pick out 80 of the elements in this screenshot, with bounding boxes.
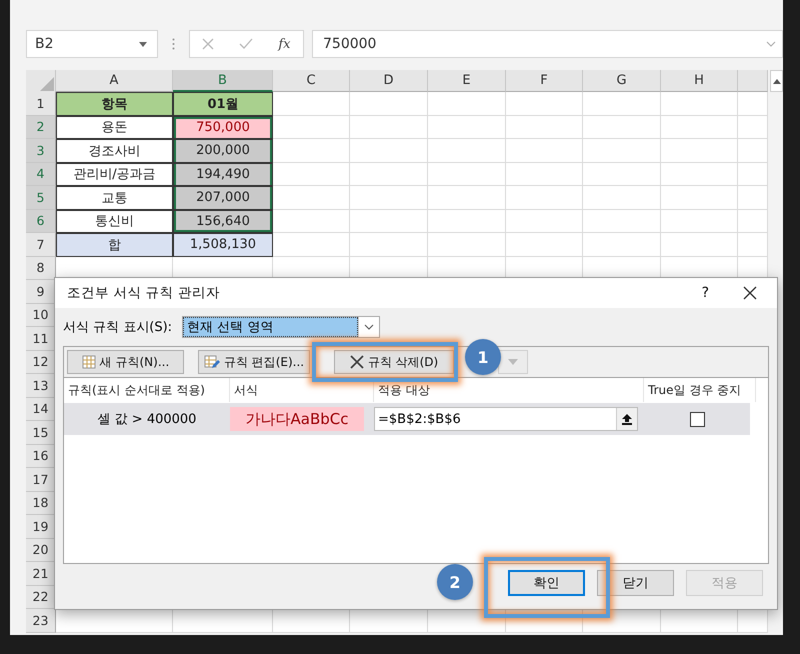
table-cell: 194,490: [173, 162, 273, 186]
dialog-button[interactable]: 닫기: [597, 570, 674, 596]
row-header[interactable]: 8: [26, 256, 56, 280]
table-cell: 합: [56, 233, 173, 256]
column-header[interactable]: D: [350, 70, 428, 92]
dialog-button[interactable]: 확인: [508, 570, 585, 596]
table-cell: 항목: [56, 92, 173, 116]
insert-function-button[interactable]: fx: [278, 36, 290, 52]
column-header[interactable]: C: [273, 70, 350, 92]
row-header[interactable]: 19: [26, 515, 56, 538]
grid-cell: [738, 92, 768, 116]
table-cell: 경조사비: [56, 139, 173, 162]
row-header[interactable]: 3: [26, 139, 56, 162]
table-cell: 750,000: [173, 116, 273, 139]
table-cell: 용돈: [56, 116, 173, 139]
down-triangle-icon: [508, 359, 518, 365]
rule-condition: 셀 값 > 400000: [96, 411, 198, 428]
column-heading: 적용 대상: [374, 378, 644, 402]
vertical-scrollbar[interactable]: [770, 70, 783, 92]
new-rule-button[interactable]: 새 규칙(N)...: [67, 350, 184, 374]
table-cell: 1,508,130: [173, 233, 273, 256]
cancel-icon[interactable]: [202, 38, 214, 50]
row-header[interactable]: 1: [26, 92, 56, 116]
table-cell: 01월: [173, 92, 273, 116]
row-header[interactable]: 13: [26, 374, 56, 398]
formula-field[interactable]: 750000: [312, 30, 783, 58]
table-cell: 관리비/공과금: [56, 162, 173, 186]
scope-dropdown[interactable]: 현재 선택 영역: [182, 316, 380, 338]
grid-cell: [738, 186, 768, 210]
corner-triangle-icon: [39, 76, 55, 92]
edit-rule-button[interactable]: 규칙 편집(E)...: [198, 350, 310, 374]
row-header[interactable]: 11: [26, 327, 56, 350]
grip-icon: [172, 38, 175, 50]
column-header[interactable]: B: [173, 70, 273, 92]
column-heading: 규칙(표시 순서대로 적용): [64, 378, 230, 402]
row-header[interactable]: 23: [26, 609, 56, 632]
row-header[interactable]: 4: [26, 162, 56, 186]
scroll-up-arrow-icon: [772, 78, 780, 84]
table-cell: 200,000: [173, 139, 273, 162]
help-button[interactable]: ?: [702, 285, 709, 301]
dialog-title: 조건부 서식 규칙 관리자: [67, 284, 220, 302]
grid-cell: [738, 116, 768, 139]
show-rules-label: 서식 규칙 표시(S):: [63, 319, 172, 336]
column-header[interactable]: F: [506, 70, 583, 92]
column-header[interactable]: E: [428, 70, 506, 92]
check-icon[interactable]: [239, 38, 254, 50]
table-cell: 통신비: [56, 210, 173, 233]
row-header[interactable]: 7: [26, 233, 56, 256]
rule-row[interactable]: 셀 값 > 400000 가나다AaBbCc =$B$2:$B$6: [64, 403, 750, 435]
row-header[interactable]: 15: [26, 421, 56, 444]
delete-x-icon: [350, 355, 364, 369]
row-header[interactable]: 6: [26, 210, 56, 233]
upload-arrow-icon[interactable]: [622, 414, 632, 424]
delete-rule-button[interactable]: 규칙 삭제(D): [334, 350, 454, 374]
row-header[interactable]: 2: [26, 116, 56, 139]
close-icon[interactable]: [743, 286, 757, 300]
column-header[interactable]: H: [661, 70, 738, 92]
row-header[interactable]: 21: [26, 562, 56, 586]
grid-cell: [738, 162, 768, 186]
stop-if-true-checkbox[interactable]: [690, 412, 704, 426]
row-header[interactable]: 9: [26, 280, 56, 304]
grid-cell: [738, 210, 768, 233]
expand-chevron-icon[interactable]: [766, 41, 776, 47]
grid-pencil-icon: [204, 355, 220, 369]
grid-cell: [738, 233, 768, 256]
format-preview: 가나다AaBbCc: [230, 407, 364, 431]
column-heading: True일 경우 중지: [644, 378, 756, 402]
table-cell: 교통: [56, 186, 173, 210]
name-box[interactable]: B2: [26, 30, 158, 58]
column-header[interactable]: G: [583, 70, 661, 92]
grid-icon: [82, 355, 96, 369]
row-header[interactable]: 5: [26, 186, 56, 210]
row-header[interactable]: 17: [26, 468, 56, 492]
column-heading: 서식: [230, 378, 374, 402]
chevron-icon: [364, 324, 374, 330]
dropdown-caret-icon: [139, 42, 147, 46]
table-cell: 207,000: [173, 186, 273, 210]
grid-cell: [738, 139, 768, 162]
table-cell: 156,640: [173, 210, 273, 233]
applies-to-field[interactable]: =$B$2:$B$6: [374, 407, 638, 431]
